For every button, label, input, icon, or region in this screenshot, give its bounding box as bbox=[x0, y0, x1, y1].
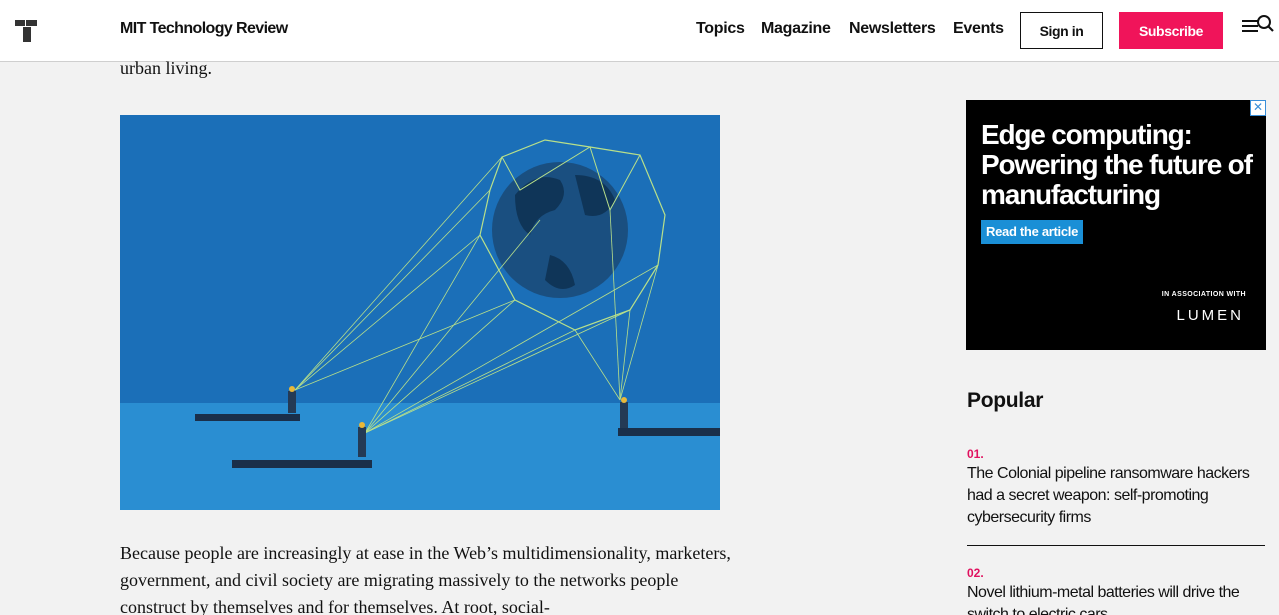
nav-newsletters[interactable]: Newsletters bbox=[849, 20, 936, 38]
article-paragraph: Because people are increasingly at ease … bbox=[120, 543, 731, 615]
mit-t-logo-icon[interactable] bbox=[15, 19, 39, 43]
popular-heading: Popular bbox=[967, 389, 1044, 412]
popular-item-link[interactable]: The Colonial pipeline ransomware hackers… bbox=[967, 463, 1259, 529]
popular-item-number: 01. bbox=[967, 447, 984, 461]
nav-topics[interactable]: Topics bbox=[696, 20, 745, 38]
close-icon[interactable]: ✕ bbox=[1250, 100, 1266, 116]
ad-headline[interactable]: Edge computing: Powering the future of m… bbox=[981, 120, 1256, 210]
menu-search-button[interactable] bbox=[1242, 15, 1276, 37]
subscribe-button[interactable]: Subscribe bbox=[1119, 12, 1223, 49]
ad-association-label: IN ASSOCIATION WITH bbox=[1161, 291, 1246, 298]
sponsor-logo: LUMEN bbox=[1176, 307, 1244, 324]
menu-icon bbox=[1242, 20, 1258, 32]
nav-events[interactable]: Events bbox=[953, 20, 1004, 38]
popular-item-link[interactable]: Novel lithium-metal batteries will drive… bbox=[967, 582, 1259, 615]
brand-name[interactable]: MIT Technology Review bbox=[120, 20, 288, 38]
popular-divider bbox=[967, 545, 1265, 546]
search-icon bbox=[1257, 15, 1274, 32]
article-illustration bbox=[120, 115, 720, 510]
site-header: MIT Technology Review Topics Magazine Ne… bbox=[0, 0, 1279, 62]
article-paragraph-fragment: urban living. bbox=[120, 58, 212, 78]
nav-magazine[interactable]: Magazine bbox=[761, 20, 831, 38]
ad-read-article-button[interactable]: Read the article bbox=[981, 220, 1084, 244]
sign-in-button[interactable]: Sign in bbox=[1020, 12, 1103, 49]
popular-item-number: 02. bbox=[967, 566, 984, 580]
advertisement[interactable]: ✕ Edge computing: Powering the future of… bbox=[966, 100, 1266, 350]
